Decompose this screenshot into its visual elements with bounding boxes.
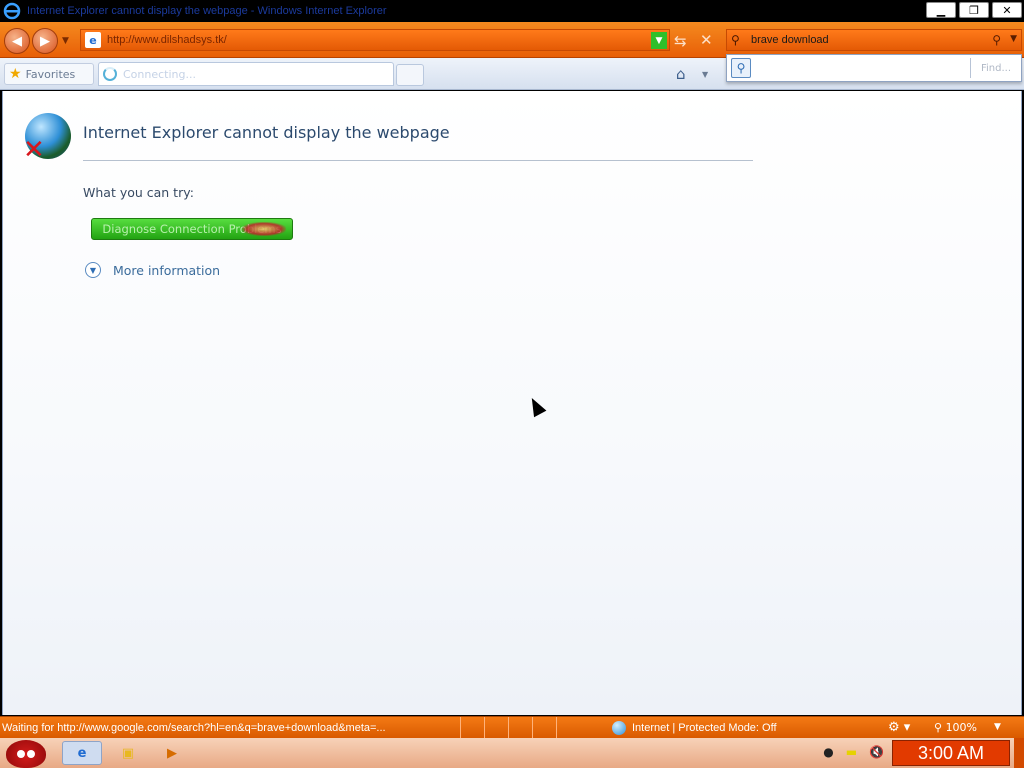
taskbar-internet-explorer[interactable]: e — [62, 741, 102, 765]
forward-arrow-icon: ▶ — [40, 33, 50, 49]
minimize-button[interactable]: ▁ — [926, 2, 956, 18]
back-arrow-icon: ◀ — [12, 33, 22, 49]
error-heading: Internet Explorer cannot display the web… — [83, 123, 450, 142]
taskbar: e ▣ ▶ ● ▬ 🔇 3:00 AM — [0, 738, 1024, 768]
taskbar-clock[interactable]: 3:00 AM — [892, 740, 1010, 766]
page-icon: e — [85, 32, 101, 48]
show-desktop-button[interactable] — [1014, 738, 1024, 768]
home-icon[interactable]: ⌂ — [676, 65, 686, 83]
record-dot-icon[interactable]: ● — [823, 745, 833, 759]
search-provider-icon: ⚲ — [731, 33, 740, 47]
zoom-value: 100% — [945, 721, 978, 734]
diagnose-connection-button[interactable]: Diagnose Connection Problems — [91, 218, 293, 240]
bird-eye-left — [17, 750, 25, 758]
taskbar-media-player[interactable]: ▶ — [152, 741, 192, 765]
more-information-label: More information — [113, 262, 221, 278]
close-button[interactable]: ✕ — [992, 2, 1022, 18]
status-segment — [460, 716, 484, 739]
status-segment — [508, 716, 532, 739]
mouse-cursor-icon — [525, 394, 547, 418]
add-on-icon[interactable]: ⚙ ▾ — [888, 720, 910, 735]
zoom-dropdown-icon[interactable]: ▼ — [994, 722, 1001, 732]
security-zone[interactable]: Internet | Protected Mode: Off — [612, 717, 777, 739]
new-tab-button[interactable] — [396, 64, 424, 86]
home-dropdown-icon[interactable]: ▼ — [702, 70, 708, 79]
search-options-dropdown-icon[interactable]: ▼ — [1010, 34, 1017, 44]
security-zone-label: Internet | Protected Mode: Off — [632, 722, 777, 734]
red-x-icon: ✕ — [23, 135, 45, 165]
chevron-down-icon: ▼ — [85, 262, 101, 278]
bird-eye-right — [27, 750, 35, 758]
battery-icon[interactable]: ▬ — [846, 745, 857, 759]
taskbar-explorer[interactable]: ▣ — [108, 741, 148, 765]
tab-title: Connecting... — [123, 67, 196, 81]
forward-button[interactable]: ▶ — [32, 28, 58, 54]
tab-current[interactable]: Connecting... — [98, 62, 394, 86]
speaker-muted-icon[interactable]: 🔇 — [869, 745, 884, 759]
address-bar[interactable]: e http://www.dilshadsys.tk/ ▼ — [80, 29, 670, 51]
internet-zone-icon — [612, 721, 626, 735]
highlight-mark — [242, 222, 286, 236]
system-tray: ● ▬ 🔇 — [823, 745, 884, 759]
recent-pages-dropdown-icon[interactable]: ▼ — [62, 36, 69, 46]
search-box[interactable]: ⚲ brave download ⚲ ▼ — [726, 29, 1022, 51]
media-player-icon: ▶ — [167, 745, 177, 761]
address-url[interactable]: http://www.dilshadsys.tk/ — [107, 34, 227, 46]
favorites-button[interactable]: ★ Favorites — [4, 63, 94, 85]
find-input[interactable] — [751, 55, 970, 81]
heading-divider — [83, 160, 753, 161]
status-segment — [484, 716, 508, 739]
zoom-magnifier-icon: ⚲ — [934, 721, 943, 734]
angry-bird-start-icon — [6, 740, 46, 768]
window-controls: ▁ ❐ ✕ — [926, 2, 1022, 18]
more-information-link[interactable]: ▼ More information — [85, 262, 220, 278]
back-button[interactable]: ◀ — [4, 28, 30, 54]
page-content: ✕ Internet Explorer cannot display the w… — [2, 91, 1022, 715]
status-segment — [532, 716, 556, 739]
search-input[interactable]: brave download — [751, 34, 829, 46]
find-button[interactable]: Find... — [971, 63, 1021, 74]
star-icon: ★ — [9, 66, 22, 82]
folder-icon: ▣ — [121, 745, 135, 761]
favorites-label: Favorites — [25, 67, 76, 81]
address-dropdown-icon[interactable]: ▼ — [651, 32, 667, 49]
ie-icon — [3, 2, 21, 20]
window-title: Internet Explorer cannot display the web… — [27, 5, 387, 17]
find-magnifier-icon: ⚲ — [731, 58, 751, 78]
status-message: Waiting for http://www.google.com/search… — [2, 721, 386, 734]
find-popup: ⚲ Find... — [726, 54, 1022, 82]
status-segment — [556, 716, 580, 739]
search-go-icon[interactable]: ⚲ — [992, 33, 1001, 47]
what-you-can-try-label: What you can try: — [83, 185, 194, 200]
stop-icon[interactable]: ✕ — [700, 31, 713, 49]
start-button[interactable] — [2, 738, 50, 768]
navigation-bar: ◀ ▶ ▼ e http://www.dilshadsys.tk/ ▼ ⇆ ✕ … — [0, 22, 1024, 58]
globe-error-icon: ✕ — [23, 113, 71, 163]
loading-spinner-icon — [103, 67, 117, 81]
refresh-icon[interactable]: ⇆ — [674, 32, 687, 50]
zoom-level[interactable]: ⚲ 100% — [934, 721, 977, 734]
status-bar: Waiting for http://www.google.com/search… — [0, 716, 1024, 739]
title-bar: Internet Explorer cannot display the web… — [0, 0, 1024, 22]
restore-button[interactable]: ❐ — [959, 2, 989, 18]
ie-taskbar-icon: e — [77, 745, 87, 761]
